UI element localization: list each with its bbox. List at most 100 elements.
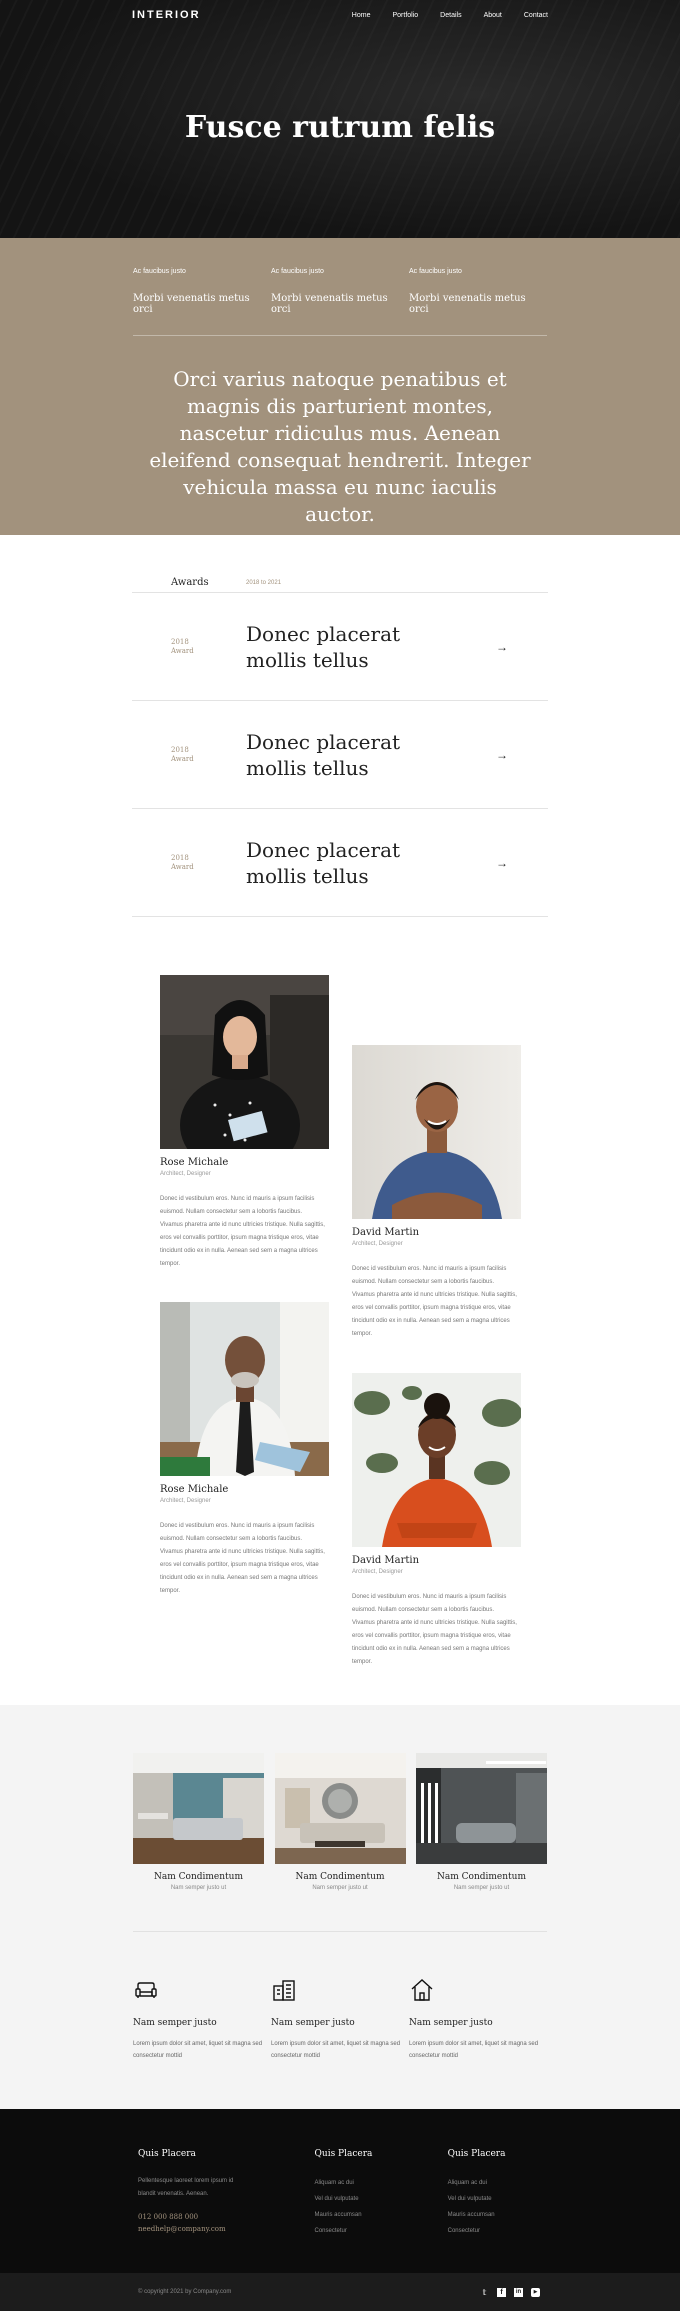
footer-link[interactable]: Consectetur bbox=[448, 2223, 542, 2239]
award-row[interactable]: 2018 Award Donec placerat mollis tellus … bbox=[132, 809, 548, 917]
info-value: Morbi venenatis metus orci bbox=[271, 293, 388, 315]
award-year: 2018 Award bbox=[171, 746, 246, 764]
member-name: David Martin bbox=[352, 1555, 420, 1566]
award-year-value: 2018 bbox=[171, 637, 189, 646]
footer-phone[interactable]: 012 000 888 000 bbox=[138, 2211, 315, 2223]
member-role: Architect, Designer bbox=[160, 1498, 211, 1504]
team-member-card: David Martin Architect, Designer Donec i… bbox=[352, 1045, 521, 1341]
award-row[interactable]: 2018 Award Donec placerat mollis tellus … bbox=[132, 593, 548, 701]
footer-link[interactable]: Vel dui vulputate bbox=[315, 2191, 448, 2207]
gallery-title: Nam Condimentum bbox=[295, 1872, 385, 1882]
feature-item: Nam semper justo Lorem ipsum dolor sit a… bbox=[133, 1977, 271, 2062]
gallery-item[interactable]: Nam Condimentum Nam semper justo ut bbox=[274, 1753, 406, 1891]
nav-item-home[interactable]: Home bbox=[352, 12, 371, 19]
building-icon bbox=[273, 1980, 295, 2001]
award-year-value: 2018 bbox=[171, 745, 189, 754]
footer-link[interactable]: Vel dui vulputate bbox=[448, 2191, 542, 2207]
info-label: Ac faucibus justo bbox=[409, 268, 462, 275]
gallery-item[interactable]: Nam Condimentum Nam semper justo ut bbox=[416, 1753, 547, 1891]
feature-item: Nam semper justo Lorem ipsum dolor sit a… bbox=[409, 1977, 547, 2062]
arrow-right-icon[interactable]: → bbox=[496, 748, 508, 762]
feature-title: Nam semper justo bbox=[271, 2018, 355, 2028]
footer-column-links: Quis Placera Aliquam ac dui Vel dui vulp… bbox=[448, 2149, 542, 2273]
awards-range: 2018 to 2021 bbox=[246, 579, 282, 586]
info-column: Ac faucibus justo Morbi venenatis metus … bbox=[133, 268, 271, 315]
award-title: Donec placerat mollis tellus bbox=[246, 837, 401, 888]
nav-menu: Home Portfolio Details About Contact bbox=[352, 12, 548, 19]
logo[interactable]: INTERIOR bbox=[132, 9, 201, 21]
nav-item-about[interactable]: About bbox=[484, 12, 502, 19]
member-photo bbox=[160, 1302, 329, 1476]
social-links: 𝕥 f in ▶ bbox=[480, 2287, 540, 2297]
footer: Quis Placera Pellentesque laoreet lorem … bbox=[0, 2109, 680, 2273]
footer-link[interactable]: Aliquam ac dui bbox=[315, 2175, 448, 2191]
team-member-card: David Martin Architect, Designer Donec i… bbox=[352, 1373, 521, 1669]
hero-title: Fusce rutrum felis bbox=[184, 110, 496, 145]
youtube-icon[interactable]: ▶ bbox=[531, 2287, 540, 2297]
member-bio: Donec id vestibulum eros. Nunc id mauris… bbox=[160, 1196, 325, 1267]
footer-links: Aliquam ac dui Vel dui vulputate Mauris … bbox=[448, 2175, 542, 2239]
gallery-section: Nam Condimentum Nam semper justo ut Nam … bbox=[0, 1705, 680, 2109]
gallery-image bbox=[133, 1753, 264, 1864]
feature-description: Lorem ipsum dolor sit amet, liquet sit m… bbox=[409, 2041, 539, 2059]
member-role: Architect, Designer bbox=[160, 1171, 211, 1177]
member-name: Rose Michale bbox=[160, 1157, 229, 1168]
member-photo bbox=[160, 975, 329, 1149]
feature-title: Nam semper justo bbox=[133, 2018, 217, 2028]
arrow-right-icon[interactable]: → bbox=[496, 640, 508, 654]
footer-column-links: Quis Placera Aliquam ac dui Vel dui vulp… bbox=[315, 2149, 448, 2273]
footer-email[interactable]: needhelp@company.com bbox=[138, 2223, 315, 2235]
awards-title: Awards bbox=[171, 577, 209, 588]
footer-heading: Quis Placera bbox=[314, 2149, 373, 2159]
award-row[interactable]: 2018 Award Donec placerat mollis tellus … bbox=[132, 701, 548, 809]
footer-heading: Quis Placera bbox=[447, 2149, 506, 2159]
footer-link[interactable]: Mauris accumsan bbox=[448, 2207, 542, 2223]
gallery-subtitle: Nam semper justo ut bbox=[453, 1885, 510, 1891]
team-member-card: Rose Michale Architect, Designer Donec i… bbox=[160, 975, 329, 1271]
nav-item-contact[interactable]: Contact bbox=[524, 12, 548, 19]
award-type: Award bbox=[171, 862, 194, 871]
gallery-item[interactable]: Nam Condimentum Nam semper justo ut bbox=[133, 1753, 264, 1891]
gallery-title: Nam Condimentum bbox=[437, 1872, 526, 1882]
award-year: 2018 Award bbox=[171, 854, 246, 872]
feature-description: Lorem ipsum dolor sit amet, liquet sit m… bbox=[271, 2041, 401, 2059]
gallery-title: Nam Condimentum bbox=[154, 1872, 243, 1882]
info-columns: Ac faucibus justo Morbi venenatis metus … bbox=[133, 268, 547, 336]
member-bio: Donec id vestibulum eros. Nunc id mauris… bbox=[352, 1594, 517, 1665]
footer-text: Pellentesque laoreet lorem ipsum id blan… bbox=[138, 2178, 234, 2197]
footer-link[interactable]: Aliquam ac dui bbox=[448, 2175, 542, 2191]
linkedin-icon[interactable]: in bbox=[514, 2287, 523, 2297]
twitter-icon[interactable]: 𝕥 bbox=[480, 2288, 489, 2297]
gallery-row: Nam Condimentum Nam semper justo ut Nam … bbox=[133, 1753, 547, 1932]
member-name: David Martin bbox=[352, 1227, 420, 1238]
house-icon bbox=[411, 1979, 433, 2001]
top-nav: INTERIOR Home Portfolio Details About Co… bbox=[0, 0, 680, 30]
award-type: Award bbox=[171, 754, 194, 763]
footer-link[interactable]: Consectetur bbox=[315, 2223, 448, 2239]
info-column: Ac faucibus justo Morbi venenatis metus … bbox=[271, 268, 409, 315]
footer-link[interactable]: Mauris accumsan bbox=[315, 2207, 448, 2223]
gallery-subtitle: Nam semper justo ut bbox=[170, 1885, 227, 1891]
facebook-icon[interactable]: f bbox=[497, 2287, 506, 2297]
award-year-value: 2018 bbox=[171, 853, 189, 862]
award-type: Award bbox=[171, 646, 194, 655]
info-value: Morbi venenatis metus orci bbox=[133, 293, 250, 315]
footer-links: Aliquam ac dui Vel dui vulputate Mauris … bbox=[315, 2175, 448, 2239]
gallery-subtitle: Nam semper justo ut bbox=[312, 1885, 368, 1891]
arrow-right-icon[interactable]: → bbox=[496, 856, 508, 870]
team-section: Rose Michale Architect, Designer Donec i… bbox=[0, 919, 680, 1705]
member-bio: Donec id vestibulum eros. Nunc id mauris… bbox=[160, 1523, 325, 1594]
awards-section: Awards 2018 to 2021 2018 Award Donec pla… bbox=[0, 535, 680, 919]
member-photo bbox=[352, 1373, 521, 1547]
sofa-icon bbox=[135, 1982, 157, 1998]
feature-description: Lorem ipsum dolor sit amet, liquet sit m… bbox=[133, 2041, 263, 2059]
info-column: Ac faucibus justo Morbi venenatis metus … bbox=[409, 268, 547, 315]
awards-header: Awards 2018 to 2021 bbox=[132, 573, 548, 593]
quote-text: Orci varius natoque penatibus et magnis … bbox=[149, 367, 531, 526]
features-row: Nam semper justo Lorem ipsum dolor sit a… bbox=[133, 1932, 547, 2062]
member-role: Architect, Designer bbox=[352, 1569, 403, 1575]
nav-item-portfolio[interactable]: Portfolio bbox=[392, 12, 418, 19]
award-year: 2018 Award bbox=[171, 638, 246, 656]
nav-item-details[interactable]: Details bbox=[440, 12, 461, 19]
info-section: Ac faucibus justo Morbi venenatis metus … bbox=[0, 238, 680, 535]
